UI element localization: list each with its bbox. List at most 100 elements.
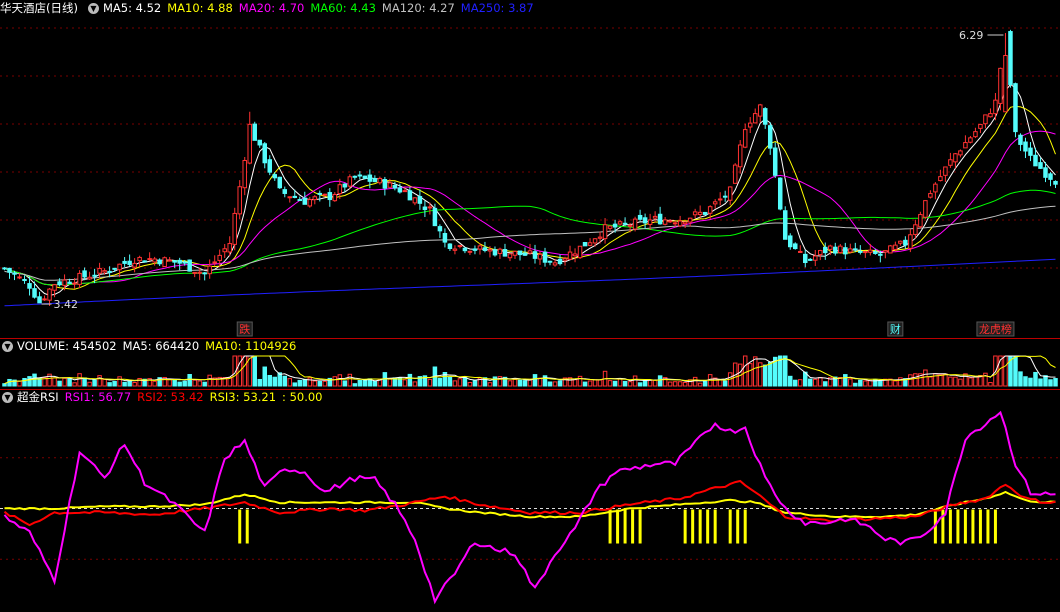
volume-bar <box>347 373 353 387</box>
candle-body <box>1048 173 1053 180</box>
volume-bar <box>958 378 963 387</box>
candle-body <box>392 184 398 189</box>
candle-body <box>317 192 323 195</box>
volume-bar <box>702 380 708 387</box>
volume-bar <box>657 375 663 387</box>
volume-bar <box>627 381 633 387</box>
volume-bar <box>1053 378 1058 387</box>
candle-body <box>752 113 758 124</box>
candle-body <box>42 298 47 301</box>
chevron-down-icon[interactable]: ▼ <box>2 392 13 403</box>
candle-body <box>627 224 633 227</box>
candle-body <box>898 240 903 244</box>
candle-body <box>87 276 92 280</box>
volume-bar <box>863 380 868 387</box>
chevron-down-icon[interactable]: ▼ <box>2 341 13 352</box>
candle-body <box>332 193 338 202</box>
candle-body <box>567 251 573 260</box>
volume-bar <box>22 377 27 387</box>
candle-body <box>903 239 908 246</box>
volume-bar <box>192 379 197 387</box>
candle-body <box>127 260 132 265</box>
candle-body <box>382 179 388 189</box>
candle-body <box>863 251 868 254</box>
candle-body <box>953 153 958 163</box>
volume-bar <box>1043 375 1048 387</box>
candle-body <box>772 147 778 176</box>
volume-bar <box>402 379 408 387</box>
candle-body <box>712 201 718 205</box>
candle-body <box>702 211 708 215</box>
volume-bar <box>32 373 37 387</box>
rsi-signal-bar <box>713 509 717 544</box>
candle-body <box>843 247 848 255</box>
candle-body <box>873 251 878 254</box>
candle-body <box>462 247 468 252</box>
volume-bar <box>537 377 543 387</box>
candle-body <box>422 206 428 211</box>
volume-bar <box>322 380 328 387</box>
volume-bar <box>697 382 703 387</box>
candle-body <box>798 250 803 253</box>
volume-bar <box>1018 371 1023 387</box>
candle-body <box>527 250 533 254</box>
candle-body <box>92 274 97 277</box>
candle-body <box>943 166 948 176</box>
volume-bar <box>798 379 803 387</box>
volume-bar <box>1028 377 1033 387</box>
volume-bar <box>312 380 318 387</box>
candle-body <box>532 251 538 259</box>
volume-bar <box>682 382 688 387</box>
candle-body <box>257 139 262 146</box>
volume-bar <box>908 374 913 387</box>
price-chart[interactable]: 6.29 3.42 跌 财 龙虎榜 <box>0 0 1060 338</box>
rsi-signal-bar <box>963 509 967 544</box>
candle-body <box>482 247 488 251</box>
rsi2-line <box>3 479 1056 527</box>
rsi-legend: ▼ 超金RSI RSI1: 56.77 RSI2: 53.42 RSI3: 53.21:… <box>0 389 335 406</box>
candle-body <box>948 159 953 166</box>
candle-body <box>1043 167 1048 178</box>
candle-body <box>682 221 688 225</box>
ma5-line <box>4 83 1056 296</box>
volume-bar <box>362 379 368 387</box>
volume-bar <box>257 378 262 387</box>
volume-bar <box>632 375 638 387</box>
candle-body <box>367 174 373 182</box>
candle-body <box>732 164 738 184</box>
volume-bar <box>182 380 187 387</box>
candle-body <box>297 199 303 202</box>
chevron-down-icon[interactable]: ▼ <box>87 3 99 14</box>
volume-bar <box>282 375 288 387</box>
volume-bar <box>552 381 558 387</box>
volume-bar <box>667 381 673 387</box>
candle-body <box>722 195 728 198</box>
candle-body <box>97 267 102 274</box>
volume-panel: ▼ VOLUME: 454502 MA5: 664420 MA10: 1104926 <box>0 338 1060 389</box>
volume-bar <box>357 379 363 387</box>
rsi-chart[interactable] <box>0 389 1060 612</box>
candle-body <box>7 267 12 273</box>
candle-body <box>878 253 883 256</box>
volume-bar <box>517 379 523 387</box>
volume-bar <box>968 377 973 387</box>
candle-body <box>112 267 117 270</box>
volume-bar <box>692 376 698 387</box>
rsi-signal-bar <box>728 509 732 544</box>
volume-bar <box>973 376 978 387</box>
rsi-signal-bar <box>631 509 635 544</box>
price-legend: 华天酒店(日线) ▼ MA5: 4.52 MA10: 4.88 MA20: 4.70 MA… <box>0 0 546 17</box>
volume-bar <box>1038 378 1043 387</box>
candle-body <box>522 252 528 256</box>
candle-body <box>687 217 693 223</box>
candle-body <box>502 249 508 257</box>
candle-body <box>542 251 548 263</box>
volume-bar <box>267 374 273 387</box>
candle-body <box>437 226 443 232</box>
candle-body <box>617 221 623 225</box>
candle-body <box>998 67 1003 104</box>
candle-body <box>147 258 152 261</box>
volume-bar <box>352 383 358 387</box>
candle-body <box>122 260 127 264</box>
rsi-signal-bar <box>638 509 642 544</box>
